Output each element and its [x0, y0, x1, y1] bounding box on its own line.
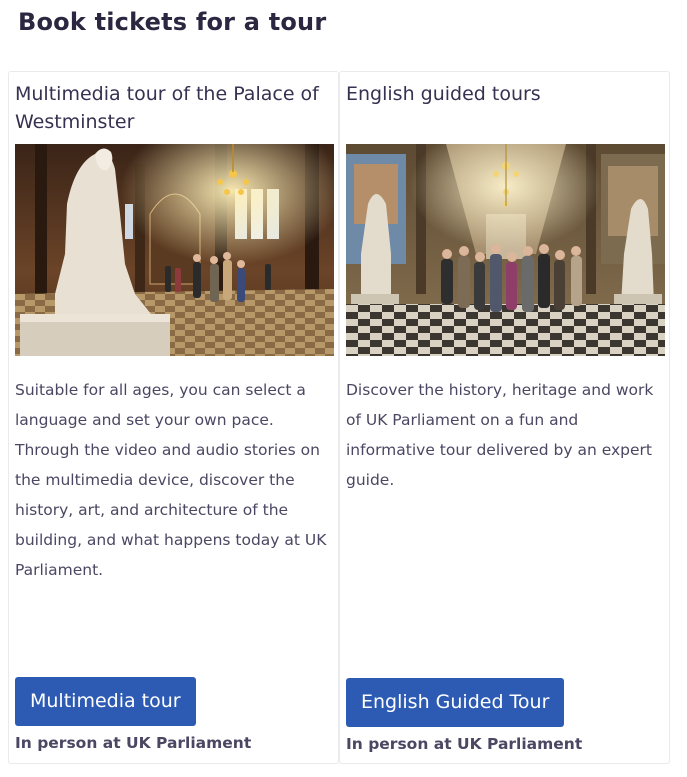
tour-photo	[346, 144, 665, 356]
tour-location: In person at UK Parliament	[346, 735, 583, 753]
card-title: Multimedia tour of the Palace of Westmin…	[15, 83, 319, 133]
card-description: Discover the history, heritage and work …	[346, 381, 654, 489]
multimedia-tour-button[interactable]: Multimedia tour	[15, 677, 196, 726]
tour-photo-illustration	[346, 144, 665, 356]
card-title: English guided tours	[346, 83, 541, 105]
page-title: Book tickets for a tour	[18, 8, 327, 36]
english-guided-tour-button[interactable]: English Guided Tour	[346, 678, 565, 727]
tour-card-multimedia: Multimedia tour of the Palace of Westmin…	[8, 71, 339, 764]
tour-photo-illustration	[15, 144, 334, 356]
tour-location: In person at UK Parliament	[15, 734, 252, 752]
tour-card-english-guided: English guided tours Discover the histor…	[339, 71, 670, 764]
card-description: Suitable for all ages, you can select a …	[15, 381, 327, 579]
tour-photo	[15, 144, 334, 356]
